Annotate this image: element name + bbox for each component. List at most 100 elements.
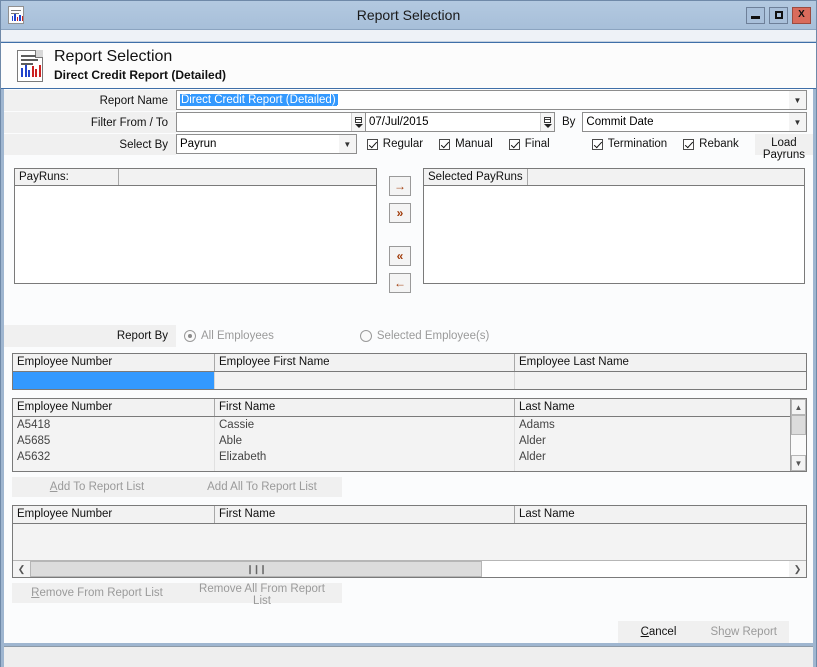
filter-col-last-name[interactable]: Employee Last Name bbox=[515, 354, 806, 371]
filter-from-to-row: Filter From / To 07/Jul/2015 By Commit D… bbox=[4, 111, 813, 133]
employee-grid-col-number[interactable]: Employee Number bbox=[13, 399, 215, 416]
checkbox-rebank-box[interactable] bbox=[683, 138, 695, 150]
add-to-report-list-button[interactable]: Add To Report List bbox=[12, 477, 182, 497]
maximize-icon bbox=[774, 11, 783, 19]
checkbox-final[interactable]: Final bbox=[508, 138, 550, 150]
employee-grid-main: Employee Number First Name Last Name A54… bbox=[13, 399, 790, 471]
checkbox-manual-box[interactable] bbox=[439, 138, 451, 150]
employee-grid-vertical-scrollbar[interactable]: ▲ ▼ bbox=[790, 399, 806, 471]
cancel-button[interactable]: Cancel bbox=[618, 621, 699, 643]
filter-input-first-name[interactable] bbox=[215, 372, 515, 389]
report-list-col-number[interactable]: Employee Number bbox=[13, 506, 215, 523]
report-list-body[interactable] bbox=[13, 524, 806, 560]
chevron-down-icon[interactable]: ▼ bbox=[789, 91, 806, 109]
selected-payruns-list[interactable] bbox=[424, 186, 804, 283]
checkbox-manual[interactable]: Manual bbox=[439, 138, 493, 150]
table-row[interactable]: A5418 Cassie Adams bbox=[13, 417, 790, 433]
move-right-button[interactable]: → bbox=[389, 176, 411, 196]
calendar-spinner-icon[interactable] bbox=[351, 113, 365, 131]
filter-to-date-field[interactable]: 07/Jul/2015 bbox=[365, 112, 555, 132]
report-list-col-first[interactable]: First Name bbox=[215, 506, 515, 523]
filter-input-last-name[interactable] bbox=[515, 372, 806, 389]
filter-col-employee-number[interactable]: Employee Number bbox=[13, 354, 215, 371]
filter-input-employee-number[interactable] bbox=[13, 372, 215, 389]
chevron-left-icon[interactable]: ❮ bbox=[13, 561, 30, 577]
filter-from-to-label: Filter From / To bbox=[4, 111, 176, 133]
add-buttons-row: Add To Report List Add All To Report Lis… bbox=[12, 477, 813, 497]
filter-input-row bbox=[13, 372, 806, 389]
available-payruns-header-label: PayRuns: bbox=[15, 169, 119, 185]
employee-data-grid: Employee Number First Name Last Name A54… bbox=[12, 398, 807, 472]
status-bar bbox=[4, 646, 813, 667]
chevron-down-icon[interactable]: ▼ bbox=[338, 135, 356, 153]
checkbox-regular[interactable]: Regular bbox=[366, 138, 423, 150]
maximize-button[interactable] bbox=[769, 6, 788, 24]
load-payruns-button[interactable]: Load Payruns bbox=[754, 133, 813, 161]
checkbox-final-label: Final bbox=[524, 138, 550, 150]
available-payruns-panel[interactable]: PayRuns: bbox=[14, 168, 377, 284]
report-list-col-last[interactable]: Last Name bbox=[515, 506, 806, 523]
select-by-label: Select By bbox=[4, 133, 176, 155]
table-row[interactable]: A5632 Elizabeth Alder bbox=[13, 449, 790, 465]
employee-filter-grid: Employee Number Employee First Name Empl… bbox=[12, 353, 807, 390]
table-row-partial[interactable] bbox=[13, 465, 790, 471]
cell-first-name: Cassie bbox=[215, 417, 515, 433]
select-by-value: Payrun bbox=[180, 138, 217, 150]
checkbox-rebank[interactable]: Rebank bbox=[683, 138, 739, 150]
move-all-right-button[interactable]: » bbox=[389, 203, 411, 223]
show-report-label-rest: w Report bbox=[730, 626, 777, 638]
cell-first-name: Able bbox=[215, 433, 515, 449]
by-value: Commit Date bbox=[586, 116, 654, 128]
employee-grid-col-last[interactable]: Last Name bbox=[515, 399, 790, 416]
scroll-thumb[interactable] bbox=[791, 415, 806, 435]
scroll-track[interactable] bbox=[791, 435, 806, 455]
chevron-down-icon[interactable]: ▼ bbox=[789, 113, 806, 131]
move-left-button[interactable]: ← bbox=[389, 273, 411, 293]
move-all-left-button[interactable]: « bbox=[389, 246, 411, 266]
selected-payruns-header-label: Selected PayRuns bbox=[424, 169, 528, 185]
cell-last-name: Adams bbox=[519, 419, 555, 431]
report-name-combo[interactable]: Direct Credit Report (Detailed) ▼ bbox=[176, 90, 807, 110]
available-payruns-list[interactable] bbox=[15, 186, 376, 283]
minimize-button[interactable] bbox=[746, 6, 765, 24]
radio-selected-employees[interactable]: Selected Employee(s) bbox=[359, 330, 489, 342]
hscroll-track[interactable] bbox=[482, 561, 789, 577]
report-list-horizontal-scrollbar[interactable]: ❮ ❙❙❙ ❯ bbox=[13, 560, 806, 577]
filter-col-first-name[interactable]: Employee First Name bbox=[215, 354, 515, 371]
chevron-up-icon[interactable]: ▲ bbox=[791, 399, 806, 415]
radio-all-employees[interactable]: All Employees bbox=[184, 330, 274, 342]
filter-from-date-field[interactable] bbox=[176, 112, 366, 132]
remove-all-from-report-list-button[interactable]: Remove All From Report List bbox=[182, 583, 342, 607]
add-all-to-report-list-button[interactable]: Add All To Report List bbox=[182, 477, 342, 497]
remove-from-report-list-button[interactable]: Remove From Report List bbox=[12, 583, 182, 603]
checkbox-termination[interactable]: Termination bbox=[591, 138, 668, 150]
by-combo[interactable]: Commit Date ▼ bbox=[582, 112, 807, 132]
checkbox-final-box[interactable] bbox=[508, 138, 520, 150]
table-row[interactable]: A5685 Able Alder bbox=[13, 433, 790, 449]
payruns-section: PayRuns: → » « ← Selected PayRuns bbox=[14, 168, 805, 300]
hscroll-thumb[interactable]: ❙❙❙ bbox=[30, 561, 482, 577]
cell-employee-number: A5685 bbox=[13, 433, 215, 449]
cancel-label-rest: ancel bbox=[648, 626, 677, 638]
report-name-row: Report Name Direct Credit Report (Detail… bbox=[4, 89, 813, 111]
checkbox-termination-label: Termination bbox=[607, 138, 668, 150]
chevron-down-icon[interactable]: ▼ bbox=[791, 455, 806, 471]
checkbox-rebank-label: Rebank bbox=[699, 138, 739, 150]
report-name-label: Report Name bbox=[4, 89, 176, 111]
close-button[interactable]: X bbox=[792, 6, 811, 24]
calendar-spinner-icon-2[interactable] bbox=[540, 113, 554, 131]
report-document-icon bbox=[17, 49, 43, 82]
window-title: Report Selection bbox=[356, 7, 461, 23]
checkbox-regular-box[interactable] bbox=[366, 138, 378, 150]
chevron-right-icon[interactable]: ❯ bbox=[789, 561, 806, 577]
report-name-value: Direct Credit Report (Detailed) bbox=[180, 94, 337, 106]
checkbox-termination-box[interactable] bbox=[591, 138, 603, 150]
report-list-header: Employee Number First Name Last Name bbox=[13, 506, 806, 524]
employee-grid-col-first[interactable]: First Name bbox=[215, 399, 515, 416]
show-report-button[interactable]: Show Report bbox=[698, 621, 789, 643]
select-by-combo[interactable]: Payrun ▼ bbox=[176, 134, 357, 154]
selected-payruns-panel[interactable]: Selected PayRuns bbox=[423, 168, 805, 284]
selected-payruns-header: Selected PayRuns bbox=[424, 169, 804, 186]
report-list-grid: Employee Number First Name Last Name ❮ ❙… bbox=[12, 505, 807, 578]
cell-employee-number: A5632 bbox=[13, 449, 215, 465]
